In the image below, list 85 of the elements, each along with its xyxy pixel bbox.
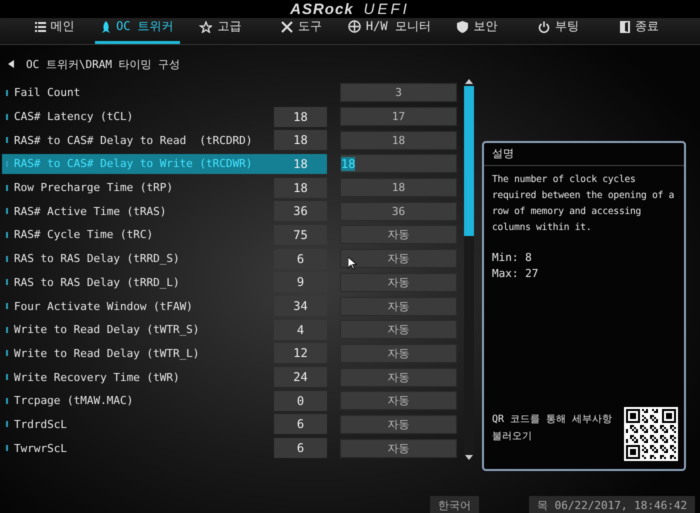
list-icon [34,22,46,32]
setting-row[interactable]: Trcpage (tMAW.MAC) 0 [2,390,327,411]
value-field[interactable]: 자동 [340,344,457,363]
back-button[interactable] [8,60,14,68]
setting-label: Four Activate Window (tFAW) [14,300,194,313]
tab[interactable]: 종료 [614,14,665,44]
current-value: 34 [274,296,327,316]
current-value: 18 [274,130,327,150]
current-value: 0 [274,390,327,411]
qr-caption: QR 코드를 통해 세부사항 불러오기 [492,413,614,444]
setting-row[interactable]: Write Recovery Time (tWR) 24 [2,367,327,388]
language-button[interactable]: 한국어 [430,496,479,513]
setting-row[interactable]: Write to Read Delay (tWTR_S) 4 [2,320,327,340]
setting-row[interactable]: RAS to RAS Delay (tRRD_S) 6 [2,248,327,269]
breadcrumb: OC 트위커\DRAM 타이밍 구성 [26,56,180,72]
star-icon [199,20,212,32]
setting-label: RAS# to CAS# Delay to Write (tRCDWR) [14,157,254,170]
setting-row[interactable]: RAS# to CAS# Delay to Read (tRCDRD) 18 [2,130,327,150]
scrollbar[interactable] [464,78,474,461]
setting-row[interactable]: Four Activate Window (tFAW) 34 [2,296,327,316]
setting-row[interactable]: RAS# Cycle Time (tRC) 75 [2,224,327,245]
help-description: The number of clock cycles required between the opening of a row of memory and accessing columns within it. [491,173,676,235]
tab[interactable]: 부팅 [532,14,585,44]
setting-label: Row Precharge Time (tRP) [14,181,174,194]
current-value: 18 [274,106,327,127]
current-value: 18 [274,178,327,198]
value-field[interactable]: 18 [340,178,457,198]
tab[interactable]: 고급 [193,14,248,44]
power-icon [538,20,550,32]
setting-label: Trcpage (tMAW.MAC) [14,394,134,408]
tab[interactable]: 메인 [28,14,81,44]
setting-label: RAS to RAS Delay (tRRD_S) [14,252,181,266]
setting-row[interactable]: Write to Read Delay (tWTR_L) 12 [2,343,327,364]
tab[interactable]: 보안 [451,14,504,44]
setting-label: RAS# Cycle Time (tRC) [14,228,154,242]
value-field[interactable]: 자동 [340,249,457,268]
setting-label: CAS# Latency (tCL) [14,110,134,124]
current-value: 24 [274,367,327,388]
current-value: 6 [274,248,327,269]
value-field[interactable]: 3 [340,83,457,102]
setting-label: TwrwrScL [14,442,68,455]
value-field[interactable]: 18 [340,130,457,150]
current-value: 4 [274,320,327,340]
value-field[interactable]: 자동 [340,225,457,244]
setting-row[interactable]: RAS to RAS Delay (tRRD_L) 9 [2,272,327,292]
value-field[interactable]: 자동 [340,320,457,340]
max-value: Max: 27 [492,266,540,282]
exit-icon [620,20,630,32]
setting-label: RAS to RAS Delay (tRRD_L) [14,276,181,289]
value-field[interactable]: 36 [340,202,457,221]
setting-label: RAS# to CAS# Delay to Read (tRCDRD) [14,134,254,147]
tab[interactable]: OC 트위커 [95,14,180,44]
help-title: 설명 [484,143,684,166]
shield-icon [457,20,468,32]
setting-row[interactable]: Row Precharge Time (tRP) 18 [2,178,327,198]
crosshair-icon [348,20,361,33]
value-field[interactable]: 자동 [340,296,457,316]
value-field[interactable]: 17 [340,107,457,126]
setting-row[interactable]: TrdrdScL 6 [2,414,327,434]
current-value: 6 [274,414,327,434]
current-value: 6 [274,438,327,458]
value-field[interactable]: 자동 [340,272,457,292]
setting-row[interactable]: RAS# to CAS# Delay to Write (tRCDWR) 18 [2,154,327,174]
setting-label: Write Recovery Time (tWR) [14,370,181,384]
current-value: 75 [274,224,327,245]
current-value: 18 [292,156,309,173]
current-value: 36 [274,201,327,222]
setting-label: TrdrdScL [14,418,68,431]
value-field[interactable]: 자동 [340,368,457,387]
setting-row[interactable]: Fail Count [2,82,327,103]
setting-label: RAS# Active Time (tRAS) [14,204,168,218]
date-time: 목 06/22/2017, 18:46:42 [529,496,696,513]
min-value: Min: 8 [492,250,533,266]
value-field[interactable]: 자동 [340,414,457,434]
setting-row[interactable]: RAS# Active Time (tRAS) 36 [2,201,327,222]
qr-code [624,407,678,461]
current-value: 12 [274,343,327,364]
setting-row[interactable]: CAS# Latency (tCL) 18 [2,106,327,127]
setting-label: Write to Read Delay (tWTR_S) [14,323,200,336]
value-field[interactable]: 자동 [340,391,457,410]
setting-row[interactable]: TwrwrScL 6 [2,438,327,458]
rocket-icon [101,20,112,32]
value-field[interactable]: 자동 [340,438,457,458]
setting-label: Fail Count [14,86,82,100]
setting-label: Write to Read Delay (tWTR_L) [14,346,200,360]
